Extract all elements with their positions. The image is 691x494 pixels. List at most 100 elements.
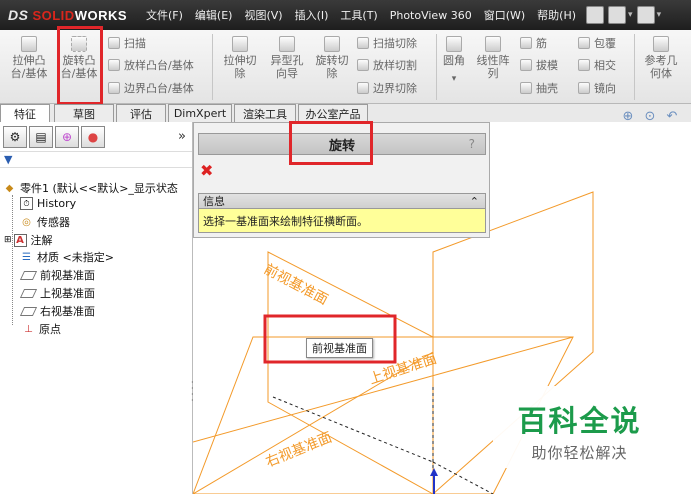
hole-wizard-button[interactable]: 异型孔 向导 — [264, 34, 310, 80]
origin-icon: ⊥ — [24, 323, 33, 335]
sweep-button[interactable]: 扫描 — [108, 35, 146, 51]
new-dropdown-icon[interactable]: ▾ — [628, 10, 633, 20]
menu-bar: DS SOLID WORKS 文件(F) 编辑(E) 视图(V) 插入(I) 工具… — [0, 0, 691, 30]
filter-row: ▼ — [0, 152, 192, 168]
open-document-icon[interactable] — [636, 6, 655, 24]
lofted-cut-label: 放样切割 — [373, 59, 417, 72]
filter-icon[interactable]: ▼ — [4, 153, 12, 166]
right-plane-label: 右视基准面 — [263, 429, 334, 471]
pin-icon[interactable] — [586, 6, 605, 24]
menu-edit[interactable]: 编辑(E) — [189, 0, 239, 30]
tree-item-annotations[interactable]: ⊞ A 注解 — [4, 232, 53, 248]
mirror-label: 镜向 — [594, 82, 616, 95]
tab-render-tools[interactable]: 渲染工具 — [234, 104, 296, 122]
expand-tree-icon[interactable]: » — [178, 129, 186, 144]
fillet-label: 圆角 — [443, 54, 465, 67]
intersect-button[interactable]: 相交 — [578, 57, 616, 73]
tree-item-part[interactable]: ◆ 零件1 (默认<<默认>_显示状态 — [3, 180, 178, 196]
expand-annotations-icon[interactable]: ⊞ — [4, 235, 12, 245]
sensor-icon: ◎ — [22, 216, 31, 228]
tree-item-material[interactable]: ☰ 材质 <未指定> — [20, 249, 114, 265]
sweep-icon — [108, 37, 120, 49]
reference-geometry-button[interactable]: 参考几 何体 — [640, 34, 682, 80]
swept-cut-icon — [357, 37, 369, 49]
draft-button[interactable]: 拔模 — [520, 57, 558, 73]
boundary-boss-button[interactable]: 边界凸台/基体 — [108, 80, 194, 96]
loft-label: 放样凸台/基体 — [124, 59, 194, 72]
extrude-cut-button[interactable]: 拉伸切 除 — [218, 34, 262, 80]
feature-manager-icon[interactable]: ⚙ — [3, 125, 27, 148]
tab-dimxpert[interactable]: DimXpert — [168, 104, 232, 122]
info-message: 选择一基准面来绘制特征横断面。 — [198, 209, 486, 233]
logo-solid-text: SOLID — [32, 7, 75, 23]
boundary-boss-label: 边界凸台/基体 — [124, 82, 194, 95]
command-tabs: 特征 草图 评估 DimXpert 渲染工具 办公室产品 — [0, 104, 691, 122]
mirror-button[interactable]: 镜向 — [578, 80, 616, 96]
cancel-icon[interactable]: ✖ — [200, 161, 213, 180]
tab-office-products[interactable]: 办公室产品 — [298, 104, 368, 122]
property-manager-icon[interactable]: ▤ — [29, 125, 53, 148]
tree-item-part-label: 零件1 (默认<<默认>_显示状态 — [20, 182, 178, 195]
menu-view[interactable]: 视图(V) — [238, 0, 288, 30]
display-manager-icon[interactable]: ● — [81, 125, 105, 148]
separator — [436, 34, 437, 100]
watermark: 百科全说 助你轻松解决 — [493, 386, 666, 468]
reference-geometry-label: 参考几 何体 — [644, 54, 678, 80]
menu-insert[interactable]: 插入(I) — [289, 0, 335, 30]
lofted-cut-button[interactable]: 放样切割 — [357, 57, 417, 73]
lofted-cut-icon — [357, 59, 369, 71]
highlight-revolve-button — [57, 26, 103, 105]
reference-geometry-icon — [653, 36, 669, 52]
collapse-icon[interactable]: ⌃ — [470, 195, 479, 208]
menu-tools[interactable]: 工具(T) — [334, 0, 383, 30]
tab-evaluate[interactable]: 评估 — [116, 104, 166, 122]
extrude-boss-button[interactable]: 拉伸凸 台/基体 — [6, 34, 52, 80]
menu-photoview[interactable]: PhotoView 360 — [384, 0, 478, 30]
menu-file[interactable]: 文件(F) — [140, 0, 189, 30]
tree-item-right-plane[interactable]: 右视基准面 — [19, 303, 95, 319]
boundary-cut-button[interactable]: 边界切除 — [357, 80, 417, 96]
zoom-to-fit-icon[interactable]: ⊕ — [620, 108, 636, 124]
tree-item-origin-label: 原点 — [39, 323, 61, 336]
previous-view-icon[interactable]: ↶ — [664, 108, 680, 124]
open-dropdown-icon[interactable]: ▾ — [657, 10, 662, 20]
help-icon[interactable]: ? — [469, 137, 475, 151]
sweep-label: 扫描 — [124, 37, 146, 50]
tree-item-top-plane[interactable]: 上视基准面 — [19, 285, 95, 301]
tab-sketch[interactable]: 草图 — [54, 104, 114, 122]
rib-label: 筋 — [536, 37, 547, 50]
tab-features[interactable]: 特征 — [0, 104, 50, 122]
logo-works-text: WORKS — [74, 7, 128, 23]
menu-help[interactable]: 帮助(H) — [531, 0, 582, 30]
tree-item-origin[interactable]: ⊥ 原点 — [22, 321, 61, 337]
rib-button[interactable]: 筋 — [520, 35, 547, 51]
watermark-subtitle: 助你轻松解决 — [531, 444, 628, 462]
tree-item-front-plane[interactable]: 前视基准面 — [19, 267, 95, 283]
new-document-icon[interactable] — [608, 6, 627, 24]
configuration-manager-icon[interactable]: ⊕ — [55, 125, 79, 148]
panel-splitter-handle[interactable]: · · · · — [191, 379, 194, 405]
menu-window[interactable]: 窗口(W) — [478, 0, 531, 30]
swept-cut-button[interactable]: 扫描切除 — [357, 35, 417, 51]
zoom-area-icon[interactable]: ⊙ — [642, 108, 658, 124]
shell-button[interactable]: 抽壳 — [520, 80, 558, 96]
tree-item-sensors-label: 传感器 — [37, 216, 70, 229]
command-manager: 拉伸凸 台/基体 旋转凸 台/基体 扫描 放样凸台/基体 边界凸台/基体 拉伸切… — [0, 26, 691, 105]
loft-icon — [108, 59, 120, 71]
revolve-cut-button[interactable]: 旋转切 除 — [310, 34, 354, 80]
tree-item-top-plane-label: 上视基准面 — [40, 287, 95, 300]
loft-button[interactable]: 放样凸台/基体 — [108, 57, 194, 73]
hole-wizard-icon — [279, 36, 295, 52]
top-plane-label: 上视基准面 — [367, 350, 439, 388]
wrap-button[interactable]: 包覆 — [578, 35, 616, 51]
wrap-label: 包覆 — [594, 37, 616, 50]
tree-item-sensors[interactable]: ◎ 传感器 — [20, 214, 70, 230]
linear-pattern-button[interactable]: 线性阵 列 — [472, 34, 514, 80]
revolve-cut-label: 旋转切 除 — [315, 54, 349, 80]
part-icon: ◆ — [5, 182, 14, 194]
tree-item-history[interactable]: ⏱ History — [20, 197, 76, 210]
fillet-dropdown-icon[interactable]: ▾ — [440, 73, 468, 86]
watermark-title: 百科全说 — [517, 404, 642, 438]
fillet-button[interactable]: 圆角 ▾ — [440, 34, 468, 86]
info-section-header[interactable]: 信息 ⌃ — [198, 193, 486, 209]
